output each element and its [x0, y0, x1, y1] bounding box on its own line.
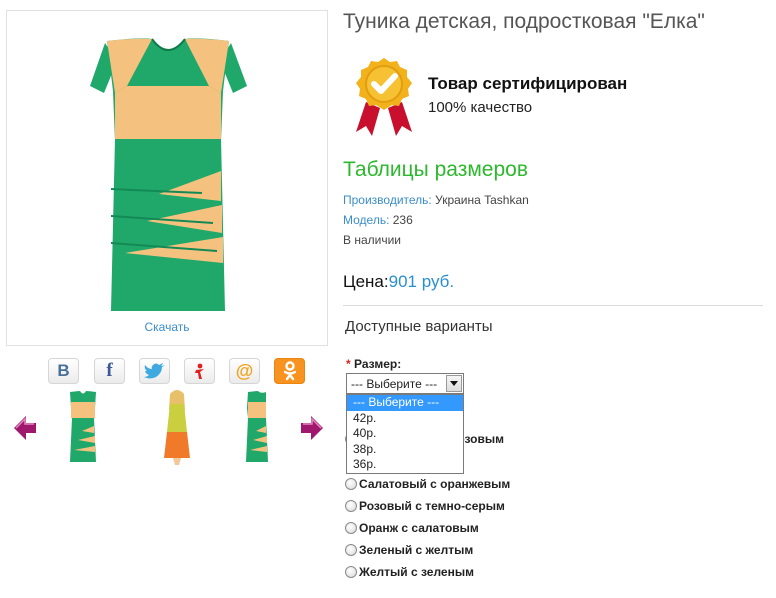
twitter-share-button[interactable] [139, 358, 170, 384]
variants-heading: Доступные варианты [345, 318, 493, 335]
required-mark: * [346, 357, 351, 371]
availability-status: В наличии [343, 233, 402, 247]
certificate-subtitle: 100% качество [428, 99, 533, 116]
mail-share-button[interactable]: @ [229, 358, 260, 384]
color-option[interactable]: Желтый с зеленым [345, 565, 474, 579]
ya-ru-icon [194, 363, 204, 379]
size-option[interactable]: --- Выберите --- [347, 395, 463, 411]
thumbnail-dress-front[interactable] [52, 388, 114, 466]
size-select-value: --- Выберите --- [351, 377, 438, 391]
certified-badge-icon [356, 58, 412, 136]
size-option[interactable]: 38р. [347, 442, 463, 458]
manufacturer-value: Украина Tashkan [435, 193, 529, 207]
radio-button[interactable] [345, 522, 357, 534]
divider [343, 305, 763, 306]
chevron-down-icon[interactable] [446, 375, 462, 392]
color-option[interactable]: Салатовый с оранжевым [345, 477, 510, 491]
radio-button[interactable] [345, 544, 357, 556]
dress-illustration [90, 38, 247, 311]
gallery-prev-arrow-icon[interactable] [12, 414, 38, 442]
size-dropdown-list[interactable]: --- Выберите --- 42р. 40р. 38р. 36р. [346, 394, 464, 474]
model-value: 236 [392, 213, 413, 227]
radio-button[interactable] [345, 566, 357, 578]
facebook-icon: f [106, 360, 113, 381]
model-label: Модель: [343, 213, 390, 227]
size-table-link[interactable]: Таблицы размеров [343, 158, 528, 182]
radio-button[interactable] [345, 500, 357, 512]
twitter-bird-icon [143, 363, 165, 379]
price-label: Цена: [343, 272, 389, 291]
size-label: * Размер: [346, 357, 401, 371]
color-option-label: Зеленый с желтым [359, 543, 474, 557]
facebook-share-button[interactable]: f [94, 358, 125, 384]
yaru-share-button[interactable] [184, 358, 215, 384]
certificate-title: Товар сертифицирован [428, 74, 628, 93]
odnoklassniki-share-button[interactable] [274, 358, 305, 384]
size-option[interactable]: 42р. [347, 411, 463, 427]
color-option[interactable]: Розовый с темно-серым [345, 499, 505, 513]
size-label-text: Размер: [354, 357, 402, 371]
color-option[interactable]: Зеленый с желтым [345, 543, 473, 557]
price-row: Цена:901 руб. [343, 272, 454, 292]
vk-share-button[interactable]: В [48, 358, 79, 384]
color-option-label: Салатовый с оранжевым [359, 477, 511, 491]
mail-icon: @ [235, 360, 254, 381]
thumbnail-dress-side[interactable] [226, 388, 288, 466]
vk-icon: В [57, 361, 70, 380]
size-option[interactable]: 40р. [347, 426, 463, 442]
gallery-next-arrow-icon[interactable] [299, 414, 325, 442]
download-link[interactable]: Скачать [6, 320, 328, 334]
manufacturer-row: Производитель: Украина Tashkan [343, 193, 529, 207]
size-option[interactable]: 36р. [347, 457, 463, 473]
model-row: Модель: 236 [343, 213, 413, 227]
size-select[interactable]: --- Выберите --- [346, 373, 464, 394]
product-title: Туника детская, подростковая "Елка" [343, 10, 705, 33]
odnoklassniki-icon [283, 361, 296, 381]
color-option[interactable]: Оранж с салатовым [345, 521, 479, 535]
radio-button[interactable] [345, 478, 357, 490]
manufacturer-link[interactable]: Производитель: [343, 193, 432, 207]
color-option-label: Розовый с темно-серым [359, 499, 505, 513]
price-value: 901 руб. [388, 272, 455, 291]
color-option-label: Желтый с зеленым [359, 565, 474, 579]
main-product-image[interactable] [6, 10, 328, 346]
color-option-label: Оранж с салатовым [359, 521, 479, 535]
thumbnail-girl-photo[interactable] [146, 388, 208, 466]
